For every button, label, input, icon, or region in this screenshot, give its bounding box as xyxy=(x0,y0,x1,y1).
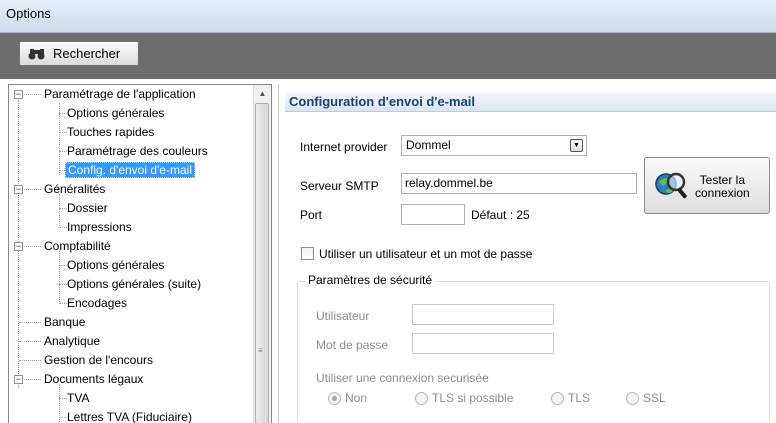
smtp-input[interactable]: relay.dommel.be xyxy=(401,173,637,194)
user-label: Utilisateur xyxy=(316,309,370,323)
port-default-label: Défaut : 25 xyxy=(471,208,530,222)
smtp-label: Serveur SMTP xyxy=(300,179,379,193)
test-connection-icon xyxy=(654,170,690,207)
search-button-label: Rechercher xyxy=(53,46,121,61)
chevron-down-icon[interactable]: ▼ xyxy=(570,139,583,152)
tree-connector xyxy=(59,194,60,228)
radio-tls-si-possible-label: TLS si possible xyxy=(432,391,514,405)
radio-tls-label: TLS xyxy=(568,391,591,405)
tree-item-encodages[interactable]: Encodages xyxy=(65,294,129,312)
tree-item-options-generales[interactable]: Options générales xyxy=(65,104,166,122)
window-title: Options xyxy=(6,6,51,21)
port-input[interactable] xyxy=(401,204,465,225)
tree-item-compta-options-generales[interactable]: Options générales xyxy=(65,256,166,274)
test-button-line2: connexion xyxy=(695,186,750,200)
radio-non[interactable] xyxy=(328,392,341,405)
security-groupbox: Paramètres de sécurité Utilisateur Mot d… xyxy=(297,273,770,423)
test-button-line1: Tester la xyxy=(699,173,746,187)
scrollbar-thumb[interactable] xyxy=(255,103,269,423)
tree-item-lettres-tva[interactable]: Lettres TVA (Fiduciaire) xyxy=(65,408,194,423)
use-credentials-label: Utiliser un utilisateur et un mot de pas… xyxy=(319,247,533,261)
password-label: Mot de passe xyxy=(316,338,389,352)
tree-scrollbar[interactable]: ▲ ≡ xyxy=(253,85,271,423)
tree-item-touches-rapides[interactable]: Touches rapides xyxy=(65,123,156,141)
binoculars-icon xyxy=(28,48,46,60)
radio-tls[interactable] xyxy=(551,392,564,405)
tree-item-dossier[interactable]: Dossier xyxy=(65,199,110,217)
collapse-icon[interactable]: − xyxy=(14,185,23,194)
provider-select[interactable]: Dommel ▼ xyxy=(401,135,587,156)
tree-item-banque[interactable]: Banque xyxy=(42,313,87,331)
password-input[interactable] xyxy=(412,333,554,354)
tree-connector xyxy=(59,251,60,304)
provider-value: Dommel xyxy=(406,138,451,152)
tree-item-analytique[interactable]: Analytique xyxy=(42,332,102,350)
options-tree[interactable]: − − − − Paramétrage de l'application Opt… xyxy=(8,84,272,423)
tree-item-generalites[interactable]: Généralités xyxy=(42,180,107,198)
radio-non-label: Non xyxy=(345,391,368,405)
tree-item-parametrage-couleurs[interactable]: Paramétrage des couleurs xyxy=(65,142,210,160)
tree-item-tva[interactable]: TVA xyxy=(65,389,91,407)
tree-item-compta-options-suite[interactable]: Options générales (suite) xyxy=(65,275,203,293)
provider-label: Internet provider xyxy=(300,140,388,154)
tree-item-config-email[interactable]: Config. d'envoi d'e-mail xyxy=(65,161,195,179)
search-button[interactable]: Rechercher xyxy=(19,41,139,66)
radio-ssl[interactable] xyxy=(626,392,639,405)
user-input[interactable] xyxy=(412,304,554,325)
security-legend: Paramètres de sécurité xyxy=(306,273,435,287)
tree-item-gestion-encours[interactable]: Gestion de l'encours xyxy=(42,351,155,369)
radio-tls-si-possible[interactable] xyxy=(415,392,428,405)
secure-connection-label: Utiliser une connexion securisée xyxy=(316,371,489,385)
section-title: Configuration d'envoi d'e-mail xyxy=(285,92,776,112)
tree-item-documents-legaux[interactable]: Documents légaux xyxy=(42,370,145,388)
test-connection-button[interactable]: Tester la connexion xyxy=(644,157,770,214)
tree-item-impressions[interactable]: Impressions xyxy=(65,218,134,236)
window-titlebar: Options xyxy=(0,0,776,33)
collapse-icon[interactable]: − xyxy=(14,90,23,99)
use-credentials-checkbox[interactable] xyxy=(301,247,314,260)
tree-item-comptabilite[interactable]: Comptabilité xyxy=(42,237,113,255)
port-label: Port xyxy=(300,208,323,222)
email-config-panel: Configuration d'envoi d'e-mail Internet … xyxy=(278,84,776,423)
grip-icon: ≡ xyxy=(258,346,263,355)
collapse-icon[interactable]: − xyxy=(14,375,23,384)
toolbar: Rechercher xyxy=(0,33,776,79)
tree-item-parametrage-application[interactable]: Paramétrage de l'application xyxy=(42,85,198,103)
collapse-icon[interactable]: − xyxy=(14,242,23,251)
radio-ssl-label: SSL xyxy=(643,391,666,405)
scroll-up-icon[interactable]: ▲ xyxy=(254,85,271,102)
